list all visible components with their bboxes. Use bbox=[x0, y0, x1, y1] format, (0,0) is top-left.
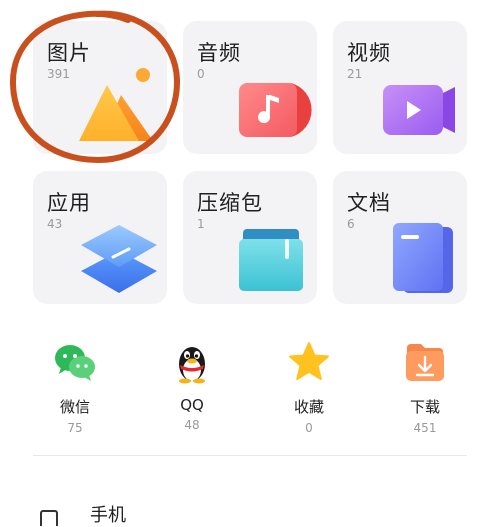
star-icon bbox=[289, 342, 329, 380]
phone-icon bbox=[40, 510, 58, 526]
category-label: 视频 bbox=[347, 41, 391, 65]
category-label: 音频 bbox=[197, 41, 241, 65]
shortcut-count: 48 bbox=[184, 418, 200, 432]
category-count: 6 bbox=[347, 217, 355, 231]
storage-phone-row[interactable]: 手机 bbox=[36, 497, 236, 526]
shortcut-count: 0 bbox=[305, 421, 313, 435]
video-camera-icon bbox=[383, 85, 455, 135]
category-label: 压缩包 bbox=[197, 191, 263, 215]
shortcut-label: 微信 bbox=[59, 398, 90, 416]
music-note-icon bbox=[239, 83, 312, 137]
layers-icon bbox=[81, 225, 157, 293]
category-count: 43 bbox=[47, 217, 63, 231]
category-card-archives[interactable]: 压缩包 1 bbox=[183, 171, 317, 304]
image-icon bbox=[79, 68, 153, 141]
category-count: 391 bbox=[47, 67, 70, 81]
category-count: 0 bbox=[197, 67, 205, 81]
category-count: 1 bbox=[197, 217, 205, 231]
download-folder-icon bbox=[406, 344, 444, 381]
category-card-audio[interactable]: 音频 0 bbox=[183, 21, 317, 154]
category-card-images[interactable]: 图片 391 bbox=[33, 21, 167, 154]
category-card-video[interactable]: 视频 21 bbox=[333, 21, 467, 154]
category-card-apps[interactable]: 应用 43 bbox=[33, 171, 167, 304]
shortcut-favorites[interactable]: 收藏 0 bbox=[254, 340, 364, 435]
document-icon bbox=[393, 223, 453, 293]
category-label: 应用 bbox=[47, 191, 91, 215]
shortcut-label: 下载 bbox=[409, 398, 440, 416]
category-card-documents[interactable]: 文档 6 bbox=[333, 171, 467, 304]
qq-penguin-icon bbox=[179, 347, 205, 384]
shortcut-label: QQ bbox=[180, 396, 204, 414]
category-label: 文档 bbox=[347, 191, 391, 215]
shortcut-count: 451 bbox=[413, 421, 437, 435]
shortcut-count: 75 bbox=[67, 421, 83, 435]
archive-folder-icon bbox=[239, 229, 303, 291]
divider bbox=[33, 455, 467, 456]
shortcut-wechat[interactable]: 微信 75 bbox=[20, 340, 130, 435]
shortcut-download[interactable]: 下载 451 bbox=[370, 340, 480, 435]
wechat-icon bbox=[55, 345, 95, 381]
shortcut-qq[interactable]: QQ 48 bbox=[137, 340, 247, 432]
category-count: 21 bbox=[347, 67, 363, 81]
storage-phone-label: 手机 bbox=[90, 505, 126, 526]
shortcut-label: 收藏 bbox=[293, 398, 324, 416]
